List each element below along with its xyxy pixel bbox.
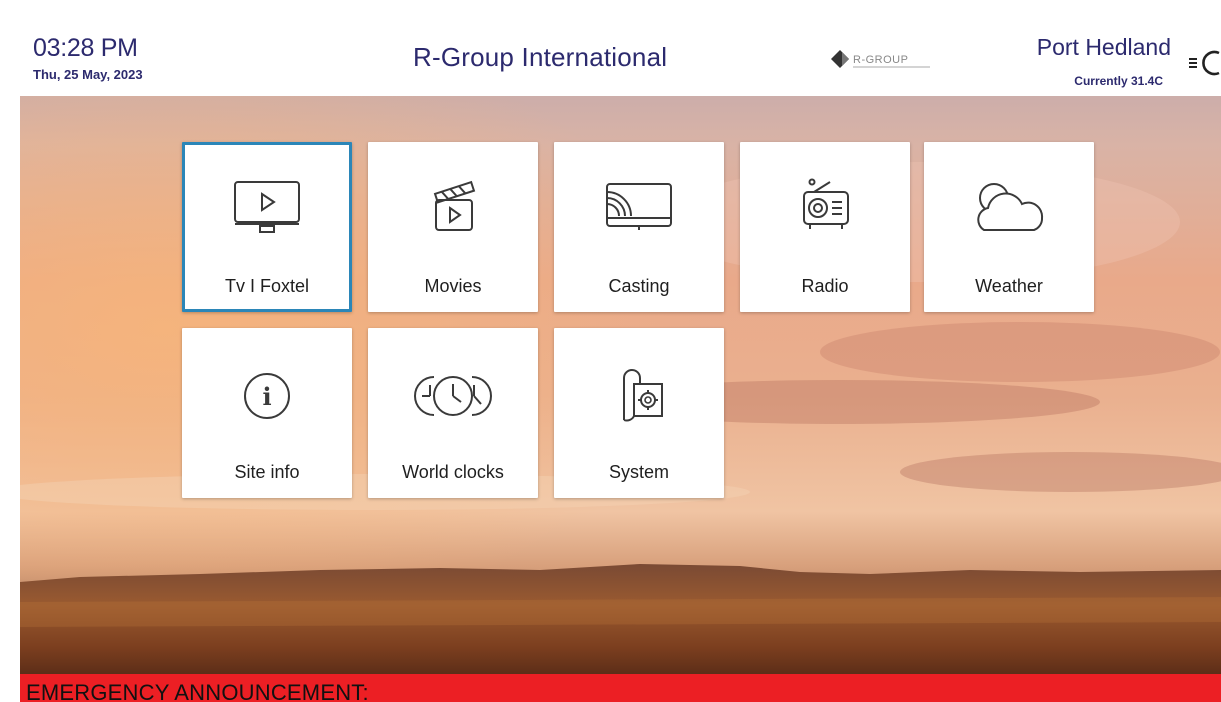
tile-weather[interactable]: Weather [924, 142, 1094, 312]
tile-label: Weather [975, 276, 1043, 296]
tile-label: Radio [801, 276, 849, 296]
location-name: Port Hedland [1036, 34, 1171, 60]
current-temperature: Currently 31.4C [1074, 74, 1163, 88]
tile-casting[interactable]: Casting [554, 142, 724, 312]
tile-radio[interactable]: Radio [740, 142, 910, 312]
tv-home-screen: 03:28 PM Thu, 25 May, 2023 R-Group Inter… [0, 0, 1221, 702]
clock-time: 03:28 PM [33, 34, 138, 62]
tile-label: Tv I Foxtel [224, 276, 309, 296]
tile-label: Movies [424, 276, 482, 296]
tile-tv-foxtel[interactable]: Tv I Foxtel [182, 142, 352, 312]
tile-movies[interactable]: Movies [368, 142, 538, 312]
menu-icon[interactable] [1181, 48, 1221, 78]
top-bar: 03:28 PM Thu, 25 May, 2023 R-Group Inter… [20, 22, 1221, 96]
tile-label: System [608, 462, 669, 482]
system-settings-icon [594, 358, 684, 438]
cast-icon [594, 172, 684, 252]
tile-label: Casting [608, 276, 670, 296]
brand-title: R-Group International [413, 42, 668, 72]
cloud-icon [964, 172, 1054, 252]
tile-world-clocks[interactable]: World clocks [368, 328, 538, 498]
emergency-announcement-bar: EMERGENCY ANNOUNCEMENT: [20, 674, 1221, 702]
r-group-logo: R-GROUP [830, 48, 945, 74]
clock-date: Thu, 25 May, 2023 [33, 67, 143, 82]
radio-icon [780, 172, 870, 252]
stage: 03:28 PM Thu, 25 May, 2023 R-Group Inter… [20, 22, 1221, 702]
tile-label: World clocks [402, 462, 504, 482]
tile-system[interactable]: System [554, 328, 724, 498]
logo-text: R-GROUP [853, 54, 908, 66]
emergency-announcement-text: EMERGENCY ANNOUNCEMENT: [26, 680, 369, 702]
tile-site-info[interactable]: i Site info [182, 328, 352, 498]
clapperboard-icon [408, 172, 498, 252]
world-clocks-icon [408, 358, 498, 438]
info-icon: i [222, 358, 312, 438]
tile-label: Site info [234, 462, 300, 482]
tv-icon [222, 172, 312, 252]
svg-text:i: i [262, 382, 271, 411]
